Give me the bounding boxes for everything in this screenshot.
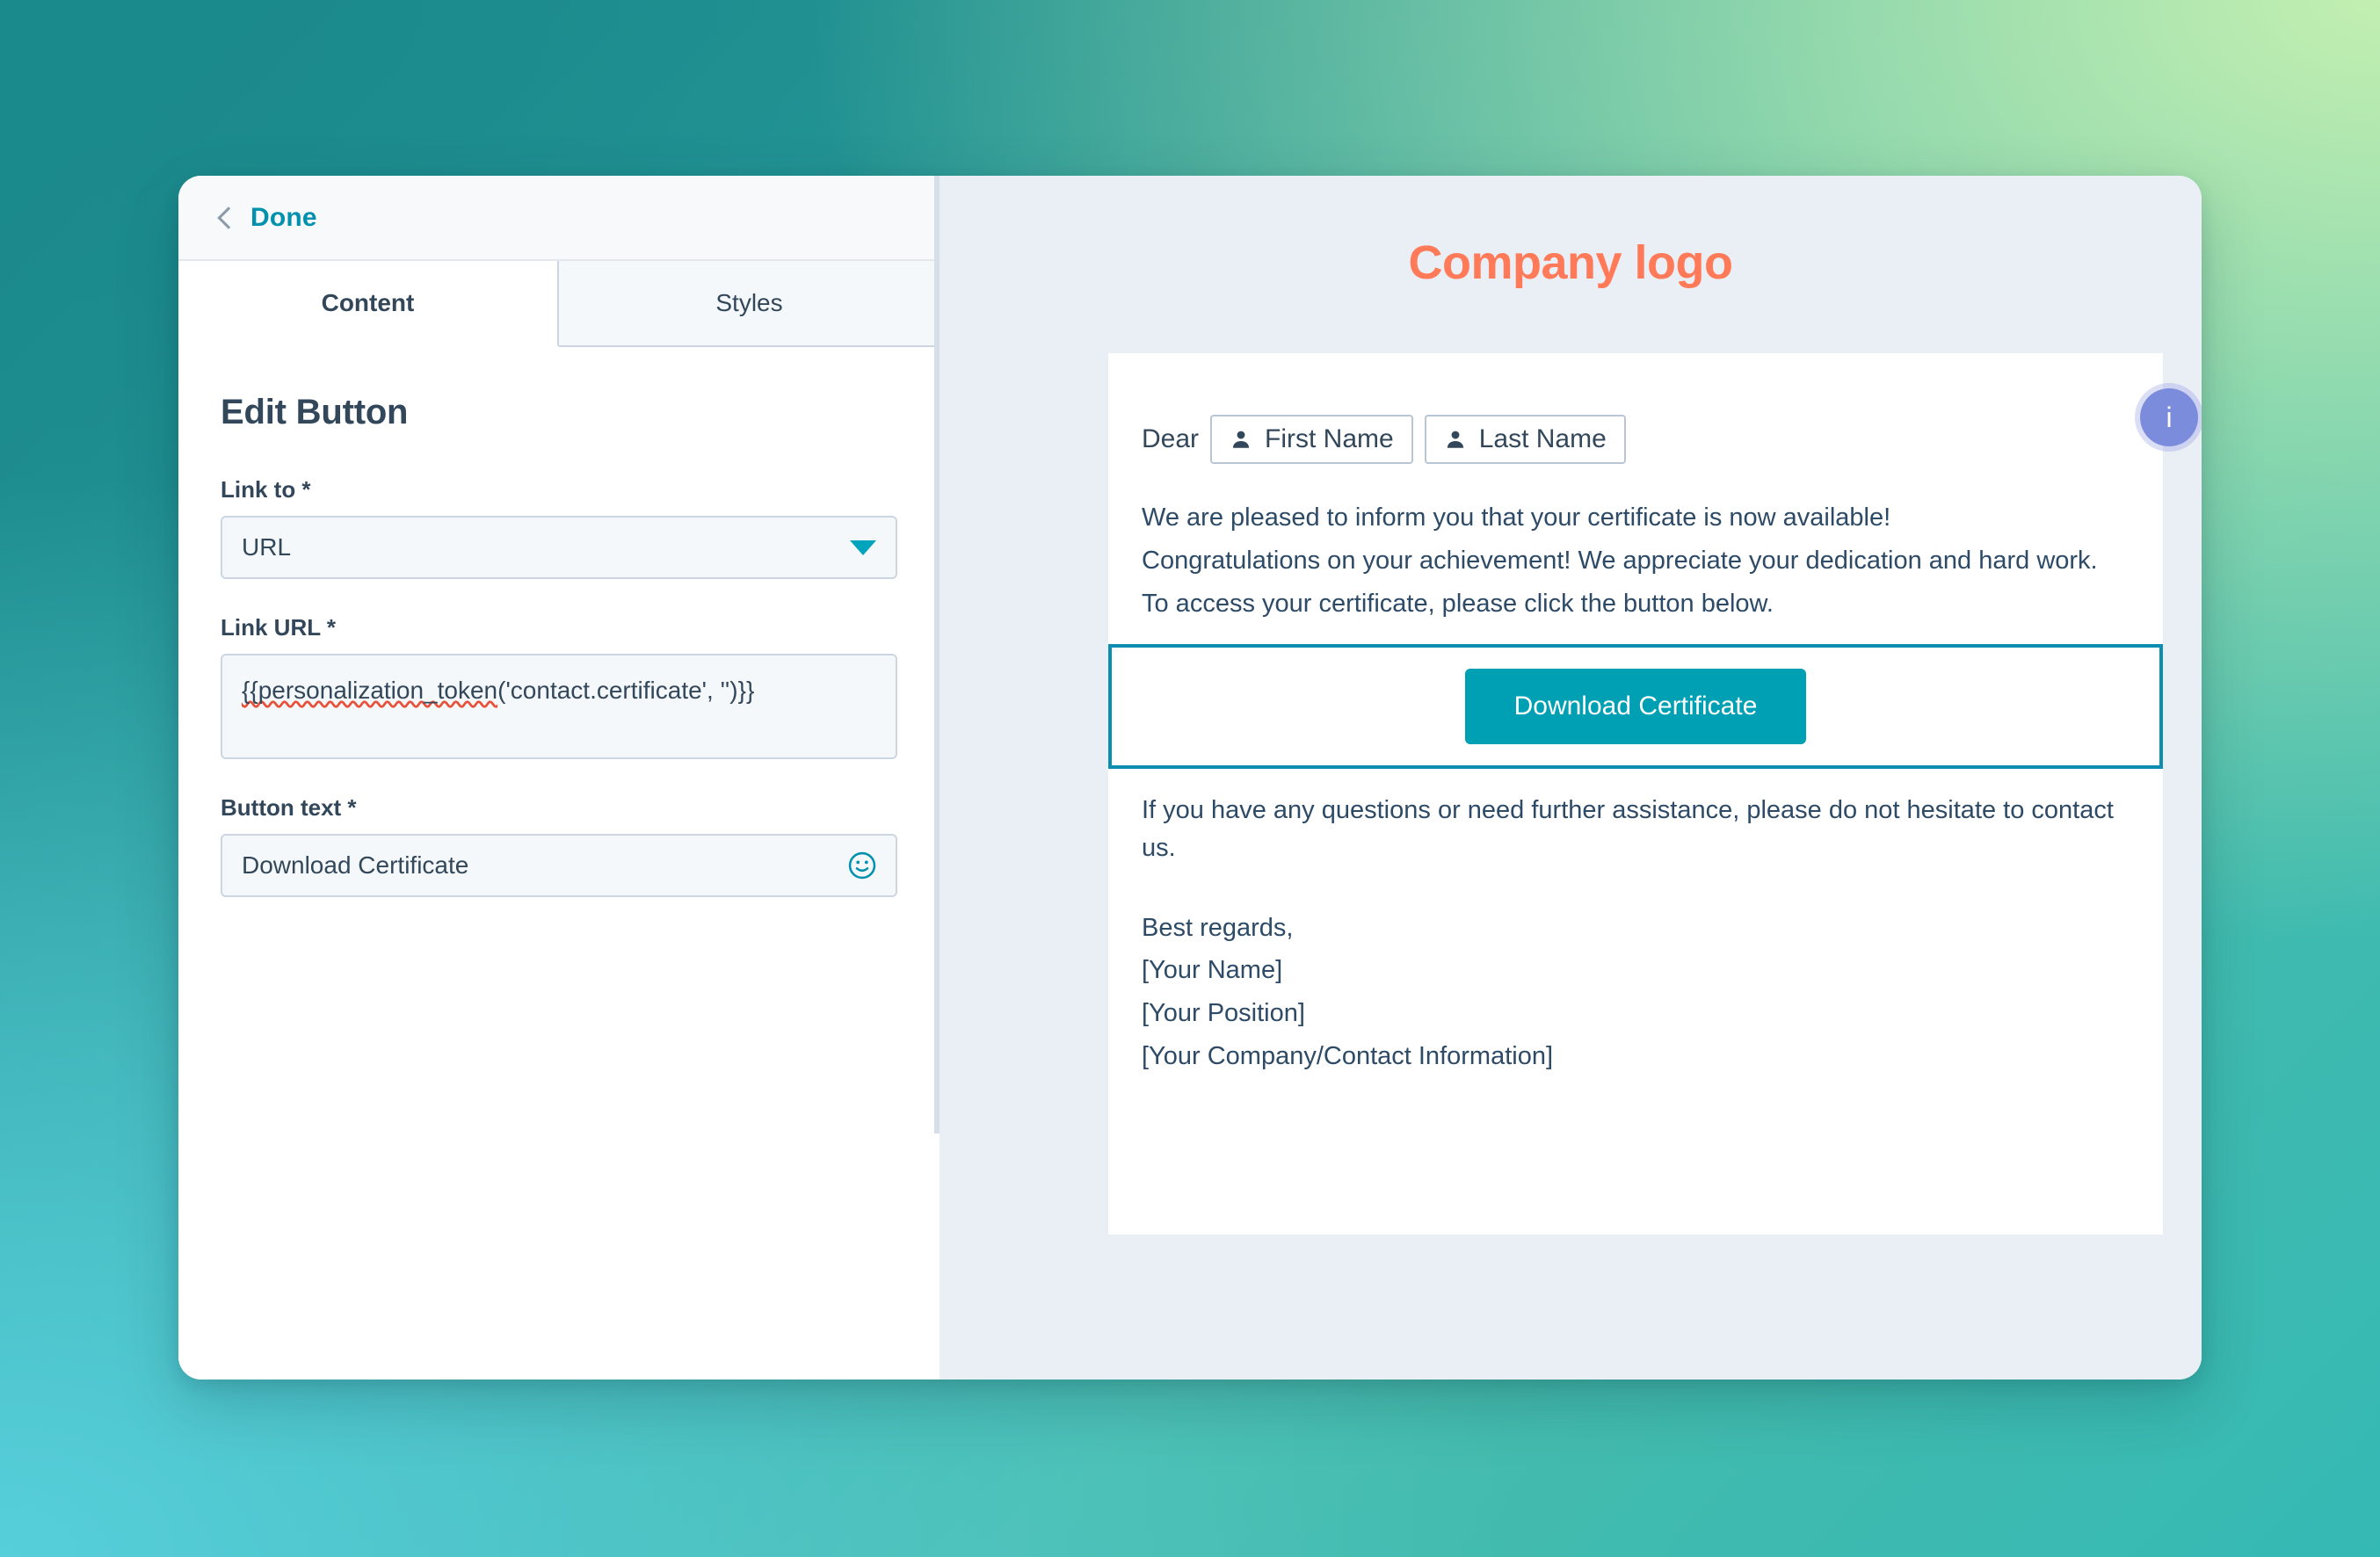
salutation-prefix: Dear [1142,424,1200,453]
person-icon [1232,431,1250,448]
link-url-token-misspelled: {{personalization_token [242,677,498,704]
closing-block: If you have any questions or need furthe… [1142,792,2130,867]
editor-tabs: Content Styles [178,261,940,347]
editor-sidebar: Done Content Styles Edit Button Link to … [178,176,940,1380]
body-line: We are pleased to inform you that your c… [1142,503,1891,532]
token-first-name-label: First Name [1265,424,1394,453]
body-line: To access your certificate, please click… [1142,589,1774,618]
sidebar-header: Done [178,176,940,261]
person-icon [1447,431,1463,448]
signature-line: [Your Company/Contact Information] [1142,1042,1554,1071]
signature-line: [Your Name] [1142,956,1283,985]
sidebar-body: Edit Button Link to * URL Link URL * {{p… [178,347,940,1380]
tab-content-label: Content [321,289,415,316]
link-to-select[interactable]: URL [221,516,897,579]
body-line: Congratulations on your achievement! We … [1142,546,2098,575]
button-text-input[interactable]: Download Certificate [221,834,897,897]
token-last-name[interactable]: Last Name [1424,415,1626,464]
button-text-label: Button text * [221,794,357,821]
email-body-card: i Dear First Name Last Name We are pleas… [1108,353,2198,1235]
company-logo: Company logo [1408,236,1734,289]
tab-styles-label: Styles [715,289,783,316]
editor-window: Done Content Styles Edit Button Link to … [178,176,2202,1380]
tab-styles[interactable]: Styles [559,261,940,347]
tab-content[interactable]: Content [178,261,559,347]
page-title: Edit Button [221,393,409,431]
token-last-name-label: Last Name [1478,424,1607,453]
email-preview-pane: Company logo i Dear First Name Last Name… [940,176,2202,1380]
link-url-label: Link URL * [221,614,336,641]
field-link-to: Link to * URL [221,476,897,579]
info-icon[interactable]: i [2140,388,2198,446]
done-label: Done [250,202,317,232]
signature-line: [Your Position] [1142,999,1305,1028]
signature-block: Best regards, [Your Name] [Your Position… [1142,909,2130,1076]
link-url-input[interactable]: {{personalization_token('contact.certifi… [221,654,897,759]
token-first-name[interactable]: First Name [1210,415,1413,464]
link-to-value: URL [242,533,292,561]
salutation-row: Dear First Name Last Name [1142,415,2130,464]
selected-button-module[interactable]: Download Certificate [1108,643,2163,769]
link-url-value: {{personalization_token('contact.certifi… [242,673,876,709]
done-back-button[interactable]: Done [217,202,317,233]
closing-line: If you have any questions or need furthe… [1142,795,2114,862]
emoji-picker-icon[interactable] [846,850,878,881]
chevron-left-icon [217,206,240,229]
field-button-text: Button text * Download Certificate [221,794,897,897]
button-text-value: Download Certificate [242,851,469,879]
signature-line: Best regards, [1142,913,1294,942]
link-url-token-rest: ('contact.certificate', '')}} [497,677,755,704]
field-link-url: Link URL * {{personalization_token('cont… [221,614,897,759]
signature-spacer [1142,873,2130,909]
download-certificate-button[interactable]: Download Certificate [1464,668,1807,744]
chevron-down-icon [850,540,876,555]
link-to-label: Link to * [221,476,311,503]
